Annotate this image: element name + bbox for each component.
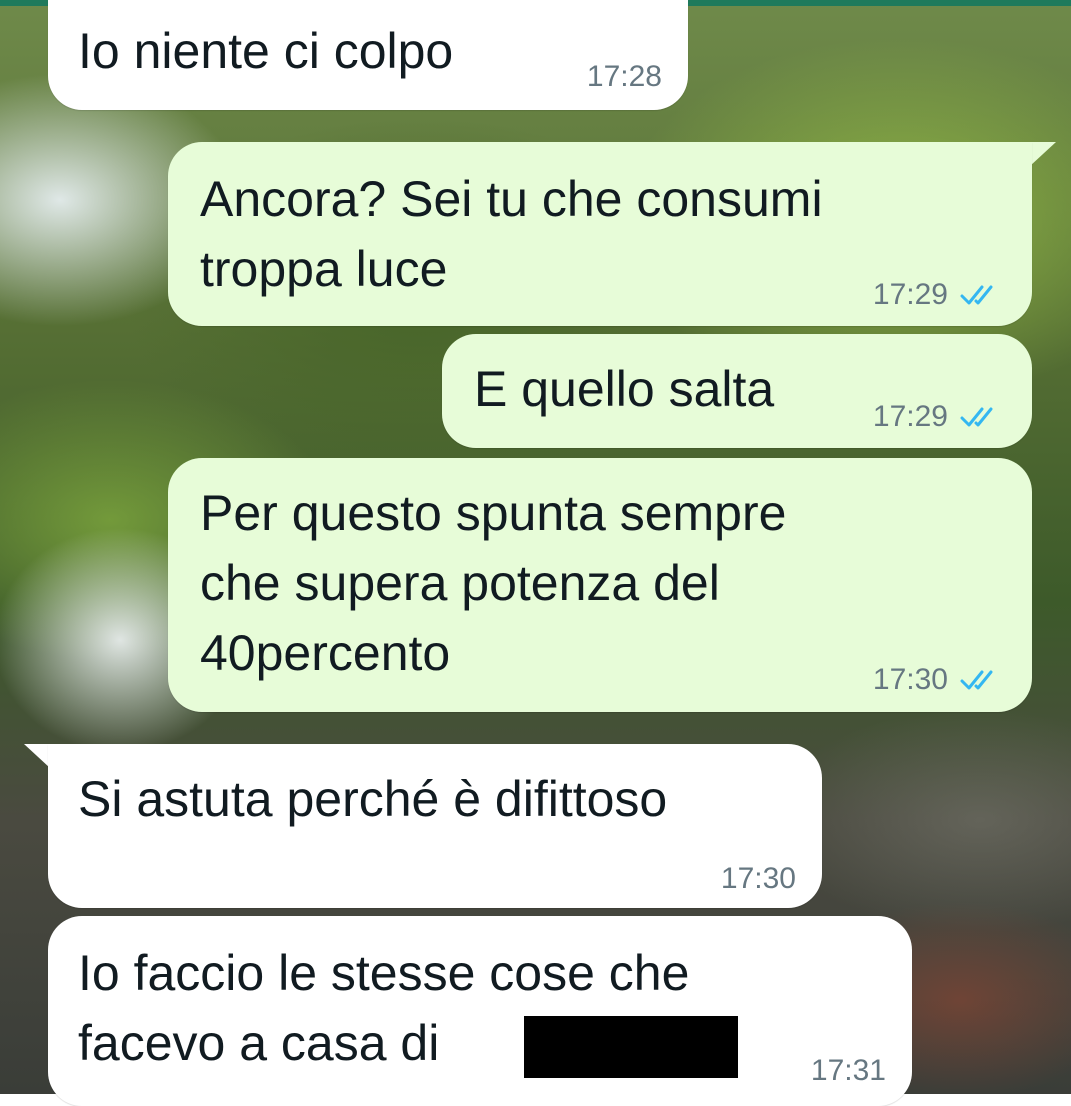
message-bubble-incoming[interactable]: Io niente ci colpo 17:28 [48,0,688,110]
message-meta: 17:29 [873,400,1004,434]
message-text: Ancora? Sei tu che consumi troppa luce [200,171,823,297]
message-bubble-incoming[interactable]: Si astuta perché è difittoso 17:30 [48,744,822,908]
message-text: Si astuta perché è difittoso [78,771,668,827]
message-time: 17:31 [810,1054,886,1087]
message-meta: 17:29 [873,278,1004,312]
message-time: 17:29 [872,400,948,433]
message-time: 17:29 [872,278,948,311]
double-check-icon [960,670,993,690]
message-bubble-outgoing[interactable]: Ancora? Sei tu che consumi troppa luce 1… [168,142,1032,326]
double-check-icon [960,407,993,427]
message-text: Io niente ci colpo [78,23,454,79]
message-meta: 17:31 [811,1054,886,1088]
redaction-block [524,1016,738,1078]
message-bubble-outgoing[interactable]: Per questo spunta sempre che supera pote… [168,458,1032,712]
double-check-icon [960,285,993,305]
message-bubble-outgoing[interactable]: E quello salta 17:29 [442,334,1032,448]
message-meta: 17:30 [721,862,796,896]
message-text: E quello salta [474,361,775,417]
message-time: 17:28 [586,60,662,93]
message-meta: 17:28 [587,60,662,94]
message-time: 17:30 [720,862,796,895]
message-meta: 17:30 [873,663,1004,697]
message-text: Per questo spunta sempre che supera pote… [200,485,787,681]
message-bubble-incoming[interactable]: Io faccio le stesse cose che facevo a ca… [48,916,912,1106]
message-time: 17:30 [872,663,948,696]
